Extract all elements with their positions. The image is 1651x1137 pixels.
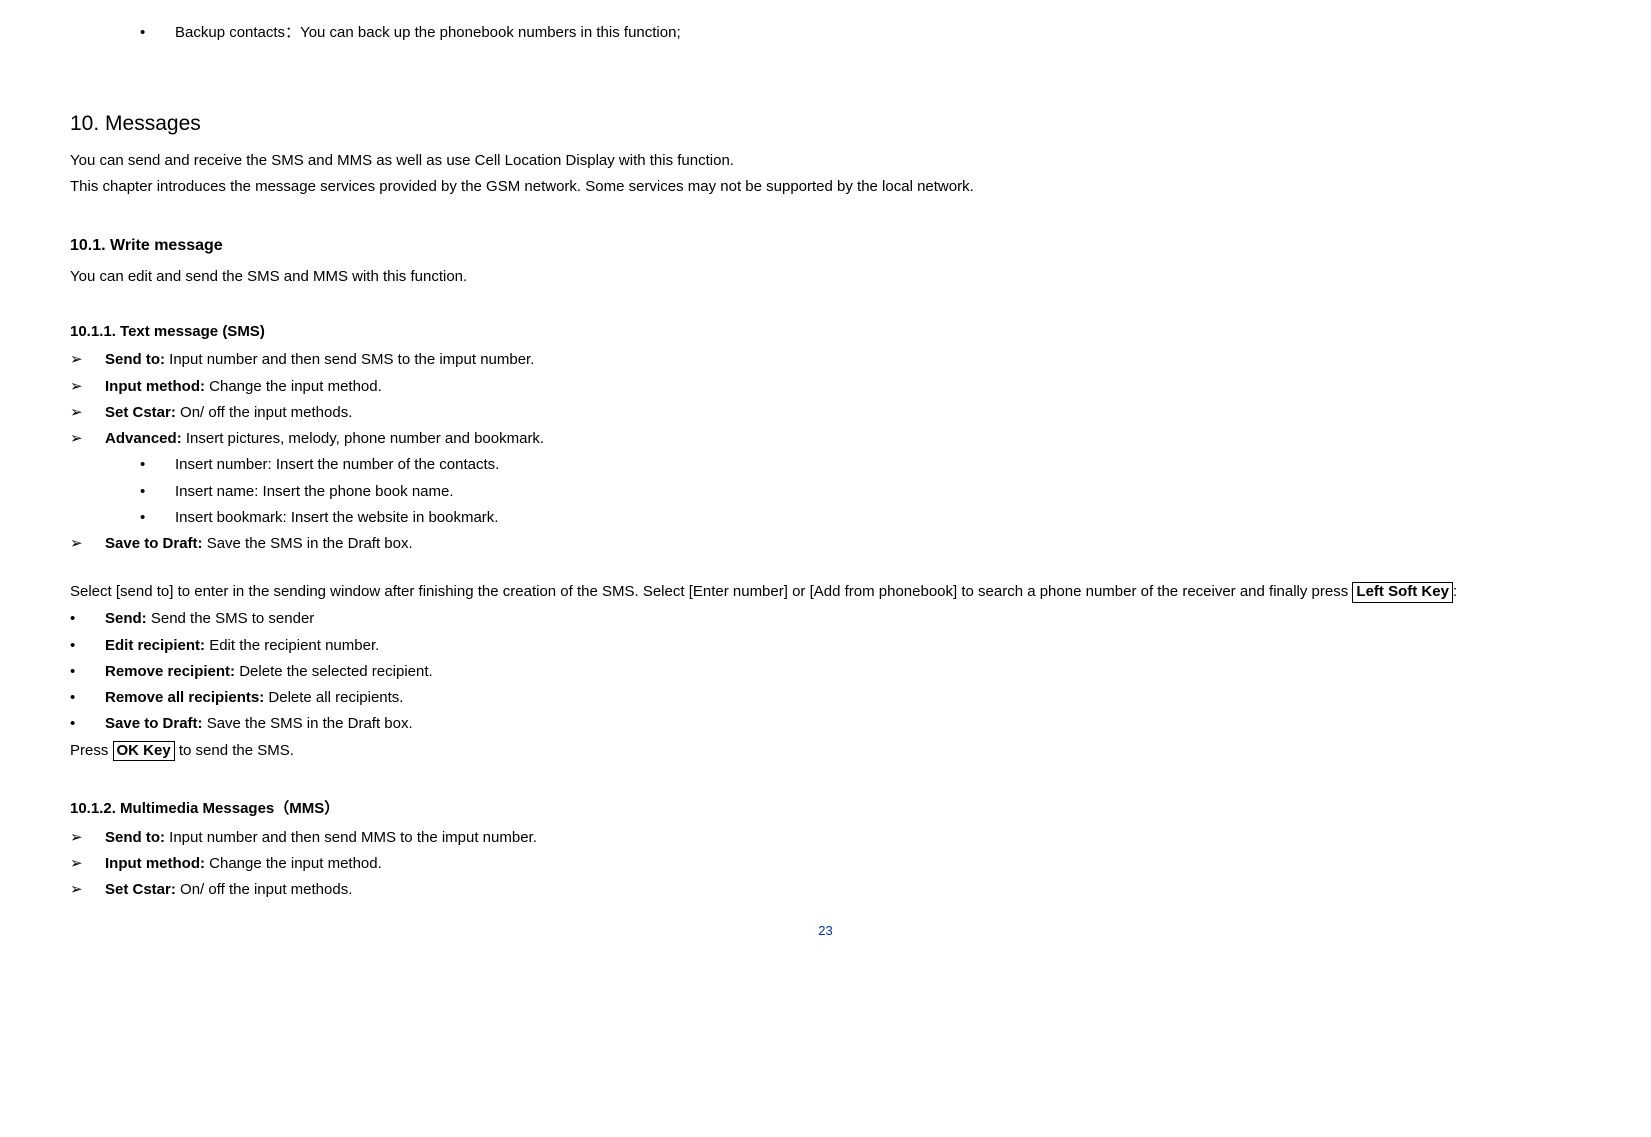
list-item: ➢ Input method: Change the input method.: [70, 375, 1581, 398]
key-label: Left Soft Key: [1352, 582, 1453, 603]
key-label: OK Key: [113, 741, 175, 762]
list-text: Input method: Change the input method.: [105, 852, 382, 875]
list-item: ➢ Send to: Input number and then send MM…: [70, 826, 1581, 849]
list-text: Save to Draft: Save the SMS in the Draft…: [105, 532, 413, 555]
bullet-icon: •: [70, 607, 105, 630]
list-text: Backup contacts：You can back up the phon…: [175, 21, 681, 44]
paragraph: You can edit and send the SMS and MMS wi…: [70, 265, 1581, 289]
subsubsection-heading: 10.1.2. Multimedia Messages（MMS）: [70, 797, 1581, 818]
chevron-icon: ➢: [70, 852, 105, 875]
bullet-icon: •: [70, 480, 175, 503]
chevron-icon: ➢: [70, 375, 105, 398]
bullet-icon: •: [70, 660, 105, 683]
list-item: • Edit recipient: Edit the recipient num…: [70, 634, 1581, 657]
list-text: Send to: Input number and then send MMS …: [105, 826, 537, 849]
list-text: Insert bookmark: Insert the website in b…: [175, 506, 498, 529]
document-page: • Backup contacts：You can back up the ph…: [0, 0, 1651, 938]
list-item: ➢ Advanced: Insert pictures, melody, pho…: [70, 427, 1581, 450]
page-number: 23: [70, 923, 1581, 938]
list-text: Set Cstar: On/ off the input methods.: [105, 878, 352, 901]
subsection-heading: 10.1. Write message: [70, 237, 1581, 255]
bullet-icon: •: [70, 634, 105, 657]
bullet-icon: •: [70, 686, 105, 709]
bullet-icon: •: [70, 506, 175, 529]
sub-list-item: • Insert name: Insert the phone book nam…: [70, 480, 1581, 503]
paragraph: This chapter introduces the message serv…: [70, 175, 1581, 199]
paragraph: Select [send to] to enter in the sending…: [70, 580, 1581, 604]
sub-list-item: • Insert bookmark: Insert the website in…: [70, 506, 1581, 529]
list-text: Advanced: Insert pictures, melody, phone…: [105, 427, 544, 450]
chevron-icon: ➢: [70, 826, 105, 849]
list-text: Set Cstar: On/ off the input methods.: [105, 401, 352, 424]
chevron-icon: ➢: [70, 427, 105, 450]
list-text: Remove recipient: Delete the selected re…: [105, 660, 433, 683]
list-text: Input method: Change the input method.: [105, 375, 382, 398]
subsubsection-heading: 10.1.1. Text message (SMS): [70, 323, 1581, 340]
paragraph: Press OK Key to send the SMS.: [70, 739, 1581, 763]
list-text: Send: Send the SMS to sender: [105, 607, 314, 630]
chevron-icon: ➢: [70, 878, 105, 901]
bullet-icon: •: [70, 21, 175, 44]
list-item: • Remove recipient: Delete the selected …: [70, 660, 1581, 683]
list-item: ➢ Set Cstar: On/ off the input methods.: [70, 401, 1581, 424]
list-item: • Send: Send the SMS to sender: [70, 607, 1581, 630]
chevron-icon: ➢: [70, 532, 105, 555]
list-item: • Backup contacts：You can back up the ph…: [70, 21, 1581, 44]
list-item: • Save to Draft: Save the SMS in the Dra…: [70, 712, 1581, 735]
list-text: Save to Draft: Save the SMS in the Draft…: [105, 712, 413, 735]
paragraph: You can send and receive the SMS and MMS…: [70, 149, 1581, 173]
section-heading: 10. Messages: [70, 112, 1581, 136]
list-text: Insert number: Insert the number of the …: [175, 453, 499, 476]
list-item: ➢ Send to: Input number and then send SM…: [70, 348, 1581, 371]
chevron-icon: ➢: [70, 348, 105, 371]
list-text: Edit recipient: Edit the recipient numbe…: [105, 634, 379, 657]
list-item: ➢ Input method: Change the input method.: [70, 852, 1581, 875]
list-text: Remove all recipients: Delete all recipi…: [105, 686, 403, 709]
list-text: Insert name: Insert the phone book name.: [175, 480, 454, 503]
list-item: ➢ Save to Draft: Save the SMS in the Dra…: [70, 532, 1581, 555]
bullet-icon: •: [70, 712, 105, 735]
list-item: ➢ Set Cstar: On/ off the input methods.: [70, 878, 1581, 901]
list-text: Send to: Input number and then send SMS …: [105, 348, 534, 371]
sub-list-item: • Insert number: Insert the number of th…: [70, 453, 1581, 476]
chevron-icon: ➢: [70, 401, 105, 424]
bullet-icon: •: [70, 453, 175, 476]
list-item: • Remove all recipients: Delete all reci…: [70, 686, 1581, 709]
